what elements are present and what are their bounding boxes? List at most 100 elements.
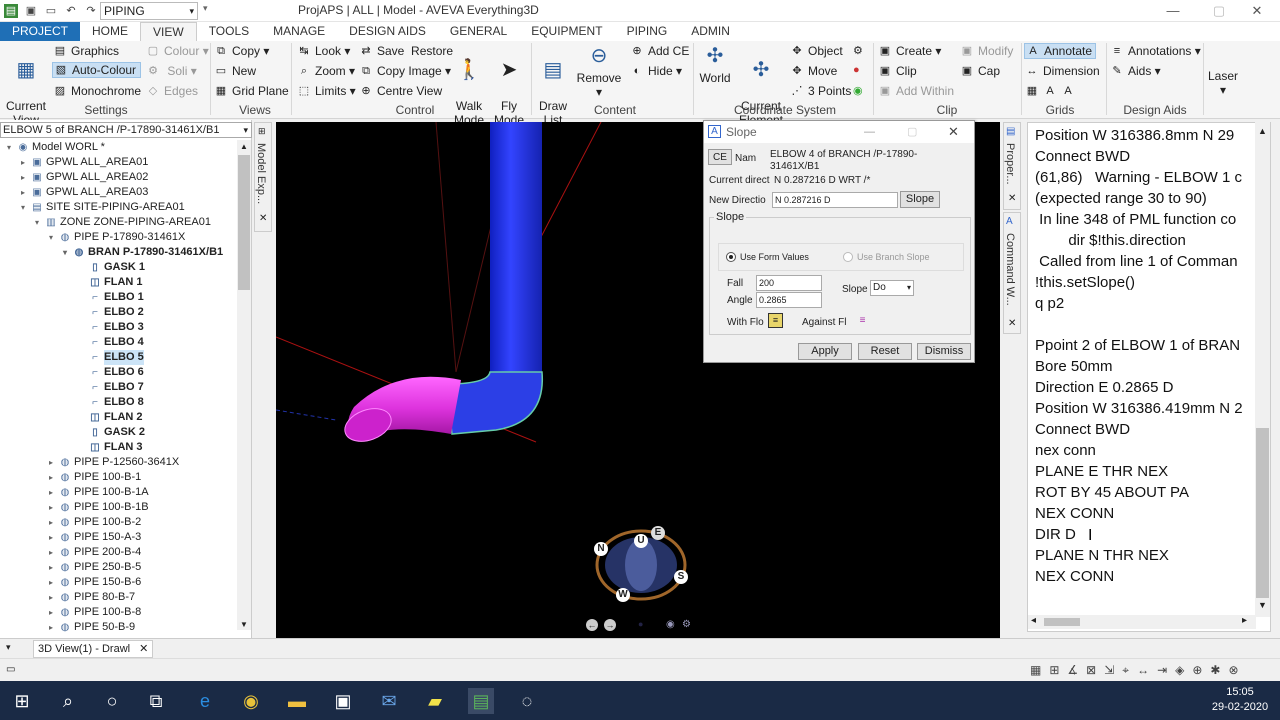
tree-item[interactable]: ⌐ ELBO 6 (76, 365, 144, 380)
scroll-left-icon[interactable]: ◂ (1031, 615, 1036, 626)
file-explorer-icon[interactable]: ▬ (284, 688, 310, 714)
apply-button[interactable]: Apply (798, 343, 852, 360)
minimize-button[interactable]: — (1150, 0, 1196, 22)
console-horizontal-scrollbar[interactable]: ◂ ▸ (1028, 615, 1256, 629)
zoom-button[interactable]: ⌕ Zoom ▾ (297, 64, 355, 78)
text-size-icon[interactable]: A (1043, 84, 1057, 98)
search-icon[interactable]: ⌕ (55, 688, 81, 714)
tree-item[interactable]: ▸ ◍ PIPE 250-B-5 (46, 560, 141, 575)
add-within-button[interactable]: ▣ Add Within (878, 84, 954, 98)
dimension-button[interactable]: ↔ Dimension (1025, 64, 1100, 78)
tree-item[interactable]: ▸ ◍ PIPE 150-B-6 (46, 575, 141, 590)
graphics-button[interactable]: ▤ Graphics (53, 44, 119, 58)
expand-toggle-icon[interactable]: ▾ (46, 230, 56, 245)
expand-toggle-icon[interactable]: ▸ (46, 620, 56, 635)
status-snap-icon[interactable]: ⊞ (1049, 663, 1059, 678)
modify-clip-button[interactable]: ▣ Modify (960, 44, 1014, 58)
tree-item[interactable]: ▸ ◍ PIPE 80-B-7 (46, 590, 135, 605)
tree-item[interactable]: ▸ ◍ PIPE 100-B-8 (46, 605, 141, 620)
angle-input[interactable]: 0.2865 (756, 292, 822, 308)
tab-manage[interactable]: MANAGE (261, 22, 337, 41)
status-track-icon[interactable]: ⇲ (1104, 663, 1114, 678)
clip-button[interactable]: ▣ Clip (878, 64, 917, 78)
grid-icon[interactable]: ▦ (1025, 84, 1039, 98)
expand-toggle-icon[interactable]: ▸ (46, 455, 56, 470)
expand-toggle-icon[interactable]: ▾ (4, 140, 14, 155)
app-icon[interactable]: ◌ (514, 688, 540, 714)
world-button[interactable]: ✣ World (696, 43, 734, 85)
view-dot-icon[interactable]: ● (638, 619, 643, 629)
reset-button[interactable]: Reset (858, 343, 912, 360)
task-view-icon[interactable]: ⧉ (143, 688, 169, 714)
tab-general[interactable]: GENERAL (438, 22, 519, 41)
cs-reset-icon[interactable]: ● (853, 64, 860, 76)
customize-qa-icon[interactable]: ▾ (203, 3, 208, 14)
aids-button[interactable]: ✎ Aids ▾ (1110, 64, 1160, 78)
with-flow-icon[interactable]: ≡ (768, 313, 783, 328)
tab-list-chevron-icon[interactable]: ▾ (6, 642, 11, 653)
vertical-pipe[interactable] (490, 122, 542, 380)
three-points-button[interactable]: ⋰ 3 Points (790, 84, 852, 98)
console-hscroll-thumb[interactable] (1044, 618, 1080, 626)
tree-item[interactable]: ⌐ ELBO 3 (76, 320, 144, 335)
look-button[interactable]: ↹ Look ▾ (297, 44, 350, 58)
tab-home[interactable]: HOME (80, 22, 140, 41)
object-button[interactable]: ✥ Object (790, 44, 842, 58)
expand-toggle-icon[interactable]: ▸ (46, 485, 56, 500)
expand-toggle-icon[interactable]: ▾ (18, 200, 28, 215)
expand-toggle-icon[interactable]: ▸ (46, 545, 56, 560)
auto-colour-button[interactable]: ▧ Auto-Colour (52, 62, 142, 78)
scroll-down-icon[interactable]: ▼ (240, 620, 248, 629)
grid-plane-button[interactable]: ▦ Grid Plane (214, 84, 289, 98)
tab-design-aids[interactable]: DESIGN AIDS (337, 22, 438, 41)
close-icon[interactable]: ✕ (1008, 318, 1016, 329)
monochrome-button[interactable]: ▨ Monochrome (53, 84, 141, 98)
expand-toggle-icon[interactable]: ▾ (60, 245, 70, 260)
model-explorer-side-tab[interactable]: ⊞ Model Exp... ✕ (254, 122, 272, 232)
status-measure-icon[interactable]: ↔ (1137, 663, 1149, 678)
open-icon[interactable]: ▭ (44, 4, 58, 18)
tree-item[interactable]: ▸ ▣ GPWL ALL_AREA01 (18, 155, 148, 170)
slope-direction-select[interactable]: Do ▾ (870, 280, 914, 296)
compass-south[interactable]: S (674, 570, 688, 584)
tree-item[interactable]: ▾ ▥ ZONE ZONE-PIPING-AREA01 (32, 215, 211, 230)
view-compass[interactable]: N S W E U (594, 526, 688, 604)
draw-list-button[interactable]: ▤ Draw List (536, 43, 570, 127)
status-hilite-icon[interactable]: ◈ (1175, 663, 1184, 678)
compass-east[interactable]: E (651, 526, 665, 540)
status-angle-icon[interactable]: ∡ (1067, 663, 1078, 678)
status-filter-icon[interactable]: ⊕ (1192, 663, 1202, 678)
copy-view-button[interactable]: ⧉ Copy ▾ (214, 44, 269, 58)
redo-icon[interactable]: ↷ (84, 4, 98, 18)
tab-3d-view[interactable]: 3D View(1) - Drawl ✕ (33, 640, 154, 658)
walk-mode-button[interactable]: 🚶 Walk Mode (452, 43, 486, 127)
fall-input[interactable]: 200 (756, 275, 822, 291)
current-view-button[interactable]: ▦ Current View (4, 43, 48, 127)
expand-toggle-icon[interactable]: ▸ (46, 560, 56, 575)
status-ortho-icon[interactable]: ⊠ (1086, 663, 1096, 678)
tree-item[interactable]: ▾ ◍ BRAN P-17890-31461X/B1 (60, 245, 223, 260)
solid-button[interactable]: ⚙ Soli ▾ (146, 64, 197, 78)
use-form-values-radio[interactable] (726, 252, 736, 262)
tree-item[interactable]: ◫ FLAN 2 (76, 410, 142, 425)
expand-toggle-icon[interactable]: ▸ (46, 500, 56, 515)
copy-image-button[interactable]: ⧉ Copy Image ▾ (359, 64, 451, 78)
view-back-icon[interactable]: ← (586, 619, 598, 631)
console-scroll-thumb[interactable] (1256, 428, 1269, 598)
maximize-icon[interactable]: ▢ (907, 121, 917, 143)
annotate-button[interactable]: A Annotate (1024, 43, 1097, 59)
close-tab-icon[interactable]: ✕ (139, 643, 148, 655)
tree-item[interactable]: ▸ ◍ PIPE 100-B-1A (46, 485, 149, 500)
scroll-down-icon[interactable]: ▼ (1258, 600, 1267, 610)
expand-toggle-icon[interactable]: ▸ (46, 470, 56, 485)
tree-item[interactable]: ◫ FLAN 3 (76, 440, 142, 455)
scroll-up-icon[interactable]: ▲ (240, 142, 248, 151)
expand-toggle-icon[interactable]: ▸ (46, 575, 56, 590)
new-direction-input[interactable]: N 0.287216 D (772, 192, 898, 208)
module-select[interactable]: PIPING ▾ (100, 2, 198, 20)
properties-side-tab[interactable]: ▤ Proper... ✕ (1003, 122, 1021, 210)
status-target-icon[interactable]: ✱ (1210, 663, 1220, 678)
tree-item[interactable]: ⌐ ELBO 1 (76, 290, 144, 305)
scroll-up-icon[interactable]: ▲ (1258, 126, 1267, 136)
tree-item[interactable]: ▯ GASK 1 (76, 260, 145, 275)
